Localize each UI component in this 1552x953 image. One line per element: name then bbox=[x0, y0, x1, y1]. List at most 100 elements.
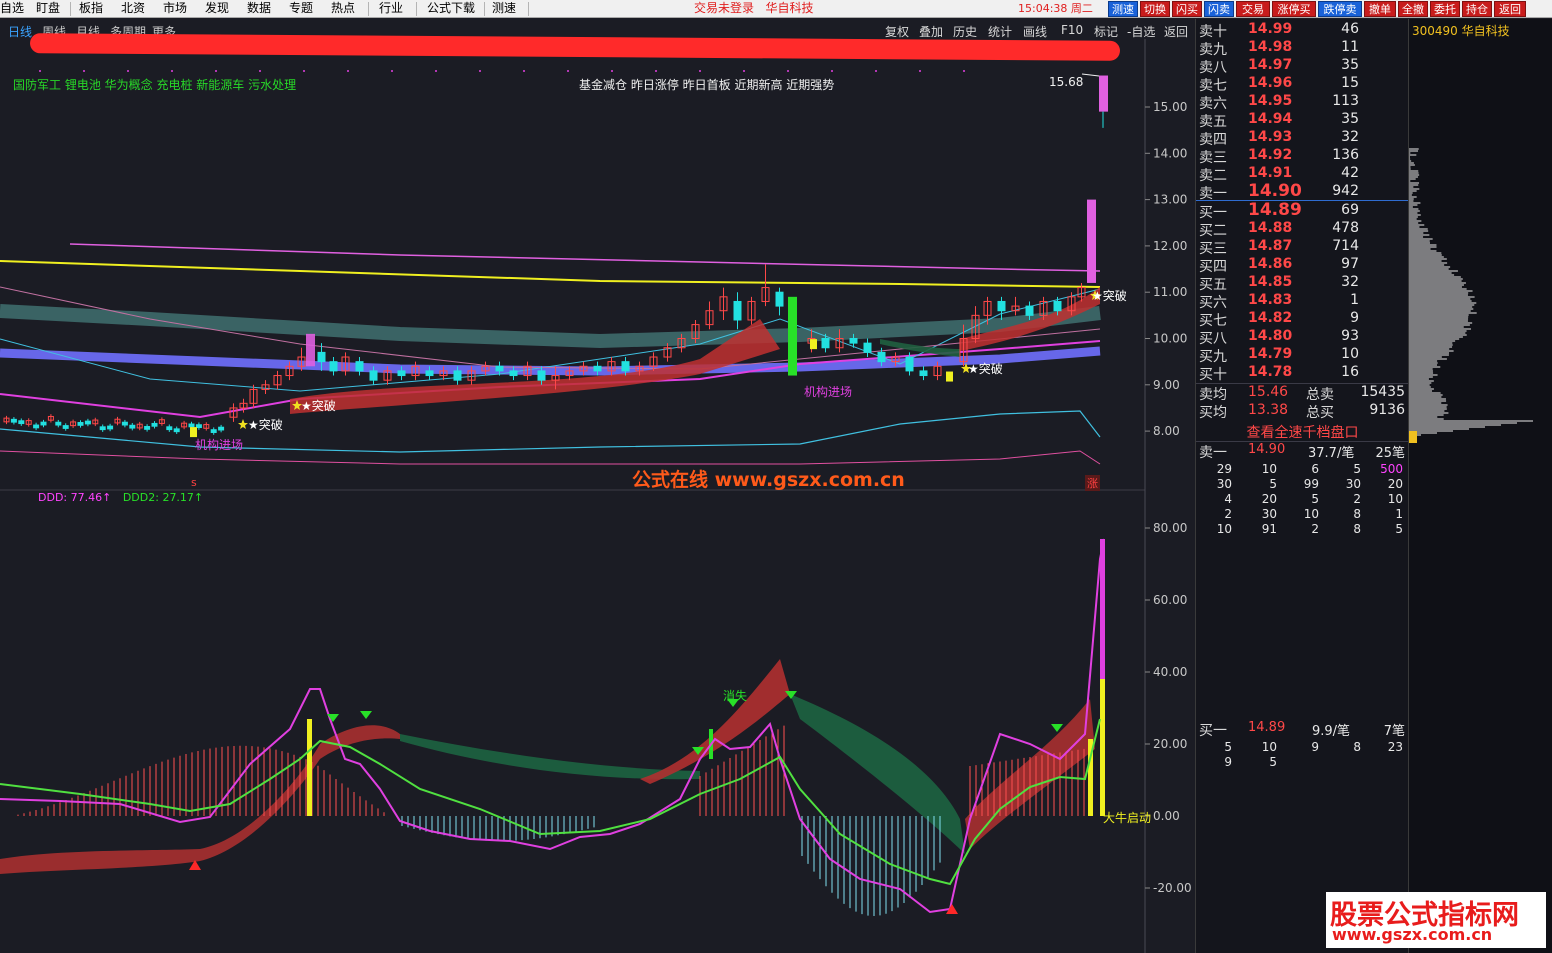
ask-row[interactable]: 卖八 14.97 35 bbox=[1196, 57, 1409, 75]
flash-sell-button[interactable]: 闪卖 bbox=[1204, 1, 1234, 17]
bid-row[interactable]: 买二 14.88 478 bbox=[1196, 220, 1409, 238]
candle-body bbox=[11, 419, 16, 422]
bid-row[interactable]: 买七 14.82 9 bbox=[1196, 310, 1409, 328]
ask-row[interactable]: 卖九 14.98 11 bbox=[1196, 39, 1409, 57]
positions-button[interactable]: 持仓 bbox=[1462, 1, 1492, 17]
menu-item-northbound[interactable]: 北资 bbox=[121, 0, 145, 18]
event-dot bbox=[963, 70, 965, 72]
menu-item-speedtest[interactable]: 测速 bbox=[492, 0, 516, 18]
switch-button[interactable]: 切换 bbox=[1140, 1, 1170, 17]
bid-volume: 16 bbox=[1299, 364, 1359, 380]
overlay-button[interactable]: 叠加 bbox=[919, 23, 943, 40]
event-dot bbox=[347, 70, 349, 72]
bid-price: 14.87 bbox=[1248, 238, 1292, 254]
bid-row[interactable]: 买八 14.80 93 bbox=[1196, 328, 1409, 346]
candle-body bbox=[822, 339, 829, 348]
chart-return-button[interactable]: 返回 bbox=[1164, 23, 1188, 40]
candle-body bbox=[85, 421, 90, 424]
queue-cell: 1 bbox=[1369, 507, 1403, 521]
chart-canvas[interactable]: 15.00 14.00 13.00 12.00 11.00 10.00 9.00 8.00 80… bbox=[0, 19, 1195, 953]
history-button[interactable]: 历史 bbox=[953, 23, 977, 40]
cancel-order-button[interactable]: 撤单 bbox=[1364, 1, 1396, 17]
ask-row[interactable]: 卖四 14.93 32 bbox=[1196, 129, 1409, 147]
bid-row[interactable]: 买十 14.78 16 bbox=[1196, 364, 1409, 382]
bid-row[interactable]: 买九 14.79 10 bbox=[1196, 346, 1409, 364]
login-status[interactable]: 交易未登录 华自科技 bbox=[694, 0, 813, 18]
bid-level-label: 买三 bbox=[1199, 238, 1227, 258]
return-button[interactable]: 返回 bbox=[1494, 1, 1526, 17]
tab-daily[interactable]: 日线 bbox=[8, 23, 32, 40]
bid-row[interactable]: 买六 14.83 1 bbox=[1196, 292, 1409, 310]
ask-row[interactable]: 卖一 14.90 942 bbox=[1196, 183, 1409, 201]
queue-cell: 20 bbox=[1369, 477, 1403, 491]
depth-current-marker bbox=[1409, 431, 1417, 443]
bid-volume: 69 bbox=[1299, 202, 1359, 218]
ask-price: 14.91 bbox=[1248, 165, 1292, 181]
ask-row[interactable]: 卖十 14.99 46 bbox=[1196, 21, 1409, 39]
chart-area[interactable]: 15.00 14.00 13.00 12.00 11.00 10.00 9.00 8.00 80… bbox=[0, 19, 1195, 953]
f10-button[interactable]: F10 bbox=[1061, 23, 1083, 37]
ma-line-violet bbox=[70, 244, 1100, 271]
event-dot bbox=[435, 70, 437, 72]
ask-row[interactable]: 卖五 14.94 35 bbox=[1196, 111, 1409, 129]
menu-item-hot[interactable]: 热点 bbox=[331, 0, 355, 18]
bid-level-label: 买十 bbox=[1199, 364, 1227, 384]
menu-item-industry[interactable]: 行业 bbox=[379, 0, 403, 18]
add-watchlist-button[interactable]: -自选 bbox=[1127, 23, 1155, 40]
menu-item-index[interactable]: 板指 bbox=[79, 0, 103, 18]
menu-separator bbox=[484, 2, 485, 16]
trade-button[interactable]: 交易 bbox=[1236, 1, 1270, 17]
menu-item-watchlist[interactable]: 自选 bbox=[0, 0, 24, 18]
bid-volume: 9 bbox=[1299, 310, 1359, 326]
indicator-tick-label: 40.00 bbox=[1153, 665, 1187, 679]
limit-down-sell-button[interactable]: 跌停卖 bbox=[1318, 1, 1362, 17]
limit-up-buy-button[interactable]: 涨停买 bbox=[1272, 1, 1316, 17]
event-dot bbox=[743, 70, 745, 72]
concept-tags[interactable]: 国防军工 锂电池 华为概念 充电桩 新能源车 污水处理 bbox=[13, 76, 296, 93]
menu-item-monitor[interactable]: 盯盘 bbox=[36, 0, 60, 18]
bid-volume: 714 bbox=[1299, 238, 1359, 254]
bid-level-label: 买五 bbox=[1199, 274, 1227, 294]
speedtest-button[interactable]: 测速 bbox=[1108, 1, 1138, 17]
orders-button[interactable]: 委托 bbox=[1430, 1, 1460, 17]
ask-row[interactable]: 卖七 14.96 15 bbox=[1196, 75, 1409, 93]
restore-rights-button[interactable]: 复权 bbox=[885, 23, 909, 40]
menu-item-market[interactable]: 市场 bbox=[163, 0, 187, 18]
bid-row[interactable]: 买四 14.86 97 bbox=[1196, 256, 1409, 274]
bid-price: 14.80 bbox=[1248, 328, 1292, 344]
ask-row[interactable]: 卖六 14.95 113 bbox=[1196, 93, 1409, 111]
bid-volume: 32 bbox=[1299, 274, 1359, 290]
ask-row[interactable]: 卖二 14.91 42 bbox=[1196, 165, 1409, 183]
queue-cell: 2 bbox=[1198, 507, 1232, 521]
spread-divider bbox=[1196, 200, 1409, 201]
ind-ribbon-green bbox=[790, 694, 965, 854]
candle-body bbox=[108, 426, 113, 429]
draw-line-button[interactable]: 画线 bbox=[1023, 23, 1047, 40]
queue-cell: 30 bbox=[1327, 477, 1361, 491]
candle-body bbox=[145, 427, 150, 430]
menu-item-discover[interactable]: 发现 bbox=[205, 0, 229, 18]
bid-row[interactable]: 买五 14.85 32 bbox=[1196, 274, 1409, 292]
event-dot bbox=[391, 70, 393, 72]
menu-item-data[interactable]: 数据 bbox=[247, 0, 271, 18]
ma-band-teal bbox=[0, 311, 1100, 341]
ddd2-value: DDD2: 27.17↑ bbox=[123, 491, 203, 504]
candle-body bbox=[41, 422, 46, 425]
ind-bar-yellow bbox=[1100, 679, 1105, 816]
feature-tags[interactable]: 基金减仓 昨日涨停 昨日首板 近期新高 近期强势 bbox=[579, 76, 834, 93]
flash-buy-button[interactable]: 闪买 bbox=[1172, 1, 1202, 17]
menu-item-topics[interactable]: 专题 bbox=[289, 0, 313, 18]
statistics-button[interactable]: 统计 bbox=[988, 23, 1012, 40]
ask-row[interactable]: 卖三 14.92 136 bbox=[1196, 147, 1409, 165]
mark-button[interactable]: 标记 bbox=[1094, 23, 1118, 40]
menu-item-formula-download[interactable]: 公式下载 bbox=[427, 0, 475, 18]
queue-cell: 10 bbox=[1285, 507, 1319, 521]
limit-down-candle bbox=[788, 297, 797, 376]
queue-cell: 9 bbox=[1285, 740, 1319, 754]
cancel-all-button[interactable]: 全撤 bbox=[1398, 1, 1428, 17]
broker-name: 华自科技 bbox=[765, 1, 813, 15]
institution-signal: 机构进场 bbox=[195, 436, 243, 453]
view-full-depth-link[interactable]: 查看全速千档盘口 bbox=[1196, 422, 1409, 440]
bid-row[interactable]: 买一 14.89 69 bbox=[1196, 202, 1409, 220]
bid-row[interactable]: 买三 14.87 714 bbox=[1196, 238, 1409, 256]
